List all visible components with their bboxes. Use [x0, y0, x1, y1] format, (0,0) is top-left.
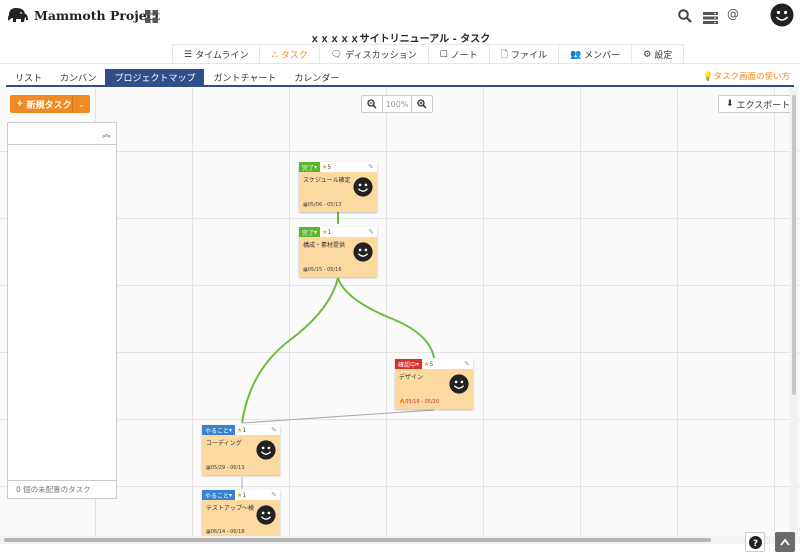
task-date: 🔥05/16 - 05/20 — [399, 399, 440, 405]
paperclip-icon: ✎ — [464, 360, 470, 368]
task-date: ▦05/29 - 06/13 — [206, 465, 245, 471]
scroll-top-button[interactable] — [775, 532, 795, 552]
status-badge[interactable]: 確認中 ▾ — [395, 359, 423, 369]
assignee-avatar — [256, 505, 276, 525]
task-card[interactable]: 確認中 ▾ ★ 5 ✎ デザイン 🔥05/16 - 05/20 — [395, 359, 473, 409]
task-card[interactable]: 完了 ▾ ★ 1 ✎ 構成・素材提供 ▦05/15 - 05/16 — [299, 227, 377, 277]
view-tab-list[interactable]: リスト — [6, 69, 51, 86]
priority-value: 1 — [327, 228, 332, 236]
users-icon: 👥 — [569, 49, 582, 60]
tab-files[interactable]: 🗋 ファイル — [488, 45, 558, 64]
mentions-icon[interactable]: @ — [727, 7, 739, 21]
app-name: Mammoth Project — [34, 7, 161, 23]
gear-icon: ⚙ — [643, 49, 652, 60]
chevron-up-icon — [780, 538, 790, 546]
paperclip-icon: ✎ — [368, 228, 374, 236]
search-icon[interactable] — [678, 8, 692, 27]
question-icon: ? — [748, 535, 762, 549]
view-tab-kanban[interactable]: カンバン — [51, 69, 105, 86]
status-badge[interactable]: やること ▾ — [202, 490, 236, 500]
list-icon: ☰ — [184, 49, 193, 60]
comments-icon: 🗨 — [330, 49, 343, 60]
tab-timeline[interactable]: ☰ タイムライン — [172, 45, 259, 64]
assignee-avatar — [256, 440, 276, 460]
unplaced-count: 0 個の未配置のタスク — [8, 480, 116, 498]
zoom-control: 100% — [361, 95, 433, 113]
view-tab-project-map[interactable]: プロジェクトマップ — [105, 69, 205, 86]
project-map-canvas[interactable] — [0, 87, 800, 536]
zoom-in-icon — [417, 99, 427, 109]
assignee-avatar — [353, 177, 373, 197]
vertical-scroll-thumb[interactable] — [792, 95, 796, 395]
collapse-up-icon[interactable]: ︽ — [102, 127, 111, 140]
svg-text:?: ? — [752, 539, 757, 549]
status-badge[interactable]: 完了 ▾ — [299, 162, 321, 172]
tab-settings[interactable]: ⚙ 設定 — [631, 45, 685, 64]
view-tab-calendar[interactable]: カレンダー — [285, 69, 348, 86]
zoom-out-button[interactable] — [362, 96, 382, 112]
priority-value: 1 — [242, 491, 247, 499]
mammoth-icon — [8, 8, 28, 22]
view-tab-gantt[interactable]: ガントチャート — [204, 69, 285, 86]
panel-header: ︽ — [8, 123, 116, 145]
priority-value: 1 — [242, 426, 247, 434]
status-badge[interactable]: やること ▾ — [202, 425, 236, 435]
task-card[interactable]: 完了 ▾ ★ 5 ✎ スケジュール確定 ▦05/06 - 05/13 — [299, 162, 377, 212]
horizontal-scroll-thumb[interactable] — [4, 538, 711, 542]
note-icon: ☐ — [439, 49, 448, 60]
paperclip-icon: ✎ — [368, 163, 374, 171]
zoom-level: 100% — [382, 96, 412, 112]
tab-tasks[interactable]: ⛬ タスク — [259, 45, 318, 64]
help-link[interactable]: 💡タスク画面の使い方 — [703, 70, 790, 82]
vertical-scrollbar[interactable] — [790, 87, 798, 536]
file-icon: 🗋 — [500, 49, 508, 60]
status-badge[interactable]: 完了 ▾ — [299, 227, 321, 237]
apps-grid-icon[interactable] — [145, 8, 158, 27]
lightbulb-icon: 💡 — [702, 72, 714, 82]
zoom-out-icon — [367, 99, 377, 109]
view-tabs: リスト カンバン プロジェクトマップ ガントチャート カレンダー — [6, 69, 348, 86]
priority-value: 5 — [327, 163, 332, 171]
sitemap-icon: ⛬ — [271, 49, 278, 60]
plus-icon: + — [16, 99, 24, 109]
help-button[interactable]: ? — [745, 532, 765, 552]
horizontal-scrollbar[interactable] — [0, 536, 800, 544]
task-date: ▦05/06 - 05/13 — [303, 202, 342, 208]
paperclip-icon: ✎ — [271, 491, 277, 499]
chevron-down-icon[interactable]: ⌄ — [72, 95, 90, 113]
tab-discussion[interactable]: 🗨 ディスカッション — [318, 45, 428, 64]
download-icon: ⬇ — [726, 99, 734, 109]
tab-members[interactable]: 👥 メンバー — [557, 45, 631, 64]
new-task-main[interactable]: + 新規タスク — [10, 95, 72, 113]
paperclip-icon: ✎ — [271, 426, 277, 434]
zoom-in-button[interactable] — [412, 96, 432, 112]
app-header: Mammoth Project @ — [0, 0, 800, 30]
assignee-avatar — [449, 374, 469, 394]
unplaced-tasks-panel: ︽ 0 個の未配置のタスク — [7, 122, 117, 499]
notifications-icon[interactable] — [703, 9, 718, 28]
assignee-avatar — [353, 242, 373, 262]
task-date: ▦06/14 - 06/18 — [206, 529, 245, 535]
priority-value: 5 — [429, 360, 434, 368]
main-tabs-divider — [0, 63, 800, 64]
main-tabs: ☰ タイムライン ⛬ タスク 🗨 ディスカッション ☐ ノート 🗋 ファイル 👥 メンバー … — [172, 44, 685, 64]
user-avatar[interactable] — [770, 3, 794, 31]
task-date: ▦05/15 - 05/16 — [303, 267, 342, 273]
tab-notes[interactable]: ☐ ノート — [427, 45, 489, 64]
export-button[interactable]: ⬇ エクスポート — [718, 95, 799, 113]
app-logo[interactable]: Mammoth Project — [6, 5, 160, 25]
task-card[interactable]: やること ▾ ★ 1 ✎ コーディング ▦05/29 - 06/13 — [202, 425, 280, 475]
project-title: ｘｘｘｘｘサイトリニューアル - タスク — [309, 34, 491, 45]
task-card[interactable]: やること ▾ ★ 1 ✎ テストアップ～検 ▦06/14 - 06/18 — [202, 490, 280, 536]
new-task-button[interactable]: + 新規タスク ⌄ — [10, 95, 90, 113]
